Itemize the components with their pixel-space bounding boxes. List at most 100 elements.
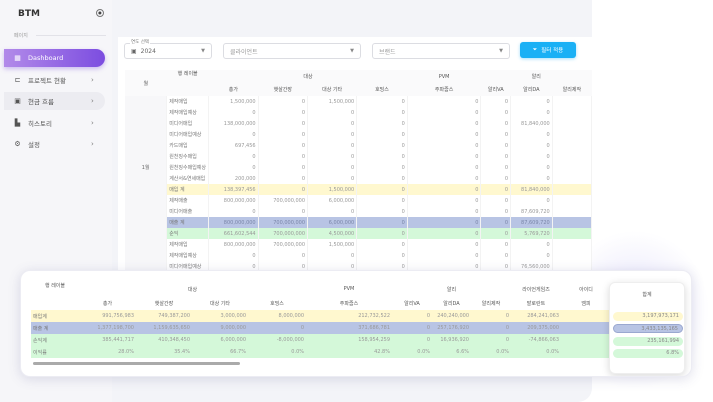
value-cell: 0	[356, 228, 408, 239]
table-row: 매입 계 138,397,456 0 1,500,000 0 0 0 81,840,000	[125, 184, 592, 195]
value-cell: 240,240,000	[432, 310, 471, 322]
chevron-right-icon: ›	[91, 75, 94, 84]
column-header[interactable]: 알리DA	[432, 296, 471, 310]
header-group: 아이디	[579, 286, 593, 293]
client-select[interactable]: 클라이언트 ▼	[223, 43, 361, 59]
value-cell: 0	[510, 250, 553, 261]
column-header[interactable]: 총가	[208, 83, 259, 96]
value-cell: 0	[258, 118, 309, 129]
value-cell	[552, 173, 592, 184]
table-row: 제작매입예상 0 0 0 0 0 0 0	[125, 250, 592, 261]
value-cell: 800,000,000	[208, 195, 259, 206]
sidebar-item[interactable]: ⊏ 프로젝트 현황 ›	[4, 71, 105, 89]
column-header[interactable]: 알리제작	[471, 296, 511, 310]
value-cell: 0	[208, 162, 259, 173]
value-cell	[552, 118, 592, 129]
year-select[interactable]: 연도 선택 ▣ 2024 ▼	[124, 39, 212, 59]
row-label: 제작매입	[166, 239, 210, 250]
column-header[interactable]: 발로란트	[511, 296, 561, 310]
value-cell: 200,000	[208, 173, 259, 184]
value-cell: 0	[480, 140, 512, 151]
value-cell	[552, 184, 592, 195]
year-value: 2024	[140, 47, 156, 55]
value-cell: 0	[407, 129, 482, 140]
summary-row: 매입계 991,756,983 749,387,200 3,000,000 8,000,…	[31, 310, 611, 322]
value-cell: 749,387,200	[136, 310, 192, 322]
value-cell: 0	[307, 129, 358, 140]
apply-filter-button[interactable]: ⏷ 필터 적용	[520, 42, 576, 58]
value-cell: 209,375,000	[511, 322, 561, 334]
value-cell: 700,000,000	[258, 228, 309, 239]
header-group: PVM	[407, 70, 481, 83]
pin-sidebar-icon[interactable]: ●	[96, 9, 104, 17]
value-cell: 3,000,000	[192, 310, 248, 322]
value-cell: 0	[407, 184, 482, 195]
value-cell: 1,500,000	[307, 96, 358, 107]
column-header[interactable]: 알리VA	[392, 296, 432, 310]
value-cell	[552, 195, 592, 206]
value-cell: 1,159,635,650	[136, 322, 192, 334]
column-header[interactable]: 대상 기타	[192, 296, 248, 310]
table-row: 미디어매입예상 0 0 0 0 0 0 0	[125, 129, 592, 140]
sidebar-item[interactable]: ▦ Dashboard	[4, 49, 105, 67]
column-header[interactable]: 주파줍스	[407, 83, 481, 96]
sidebar-item-label: Dashboard	[28, 54, 64, 62]
calendar-icon: ▣	[14, 97, 21, 105]
header-group: PVM	[343, 286, 355, 292]
value-cell: 0	[307, 162, 358, 173]
value-cell: 0	[258, 151, 309, 162]
column-header[interactable]: 총가	[79, 296, 136, 310]
column-header[interactable]: 호밍스	[356, 83, 408, 96]
value-cell	[552, 162, 592, 173]
header-row-label: 행 레이블	[166, 70, 209, 96]
column-header[interactable]: 알리제작	[552, 83, 592, 96]
apply-filter-label: 필터 적용	[541, 48, 564, 54]
value-cell: 0	[258, 162, 309, 173]
column-header[interactable]: 주파줍스	[306, 296, 392, 310]
value-cell: 0	[407, 140, 482, 151]
sidebar-item[interactable]: ⚙ 설정 ›	[4, 135, 105, 153]
column-header[interactable]: 햇살간장	[258, 83, 308, 96]
value-cell: 0.0%	[511, 346, 561, 358]
totals-header: 합계	[642, 292, 652, 298]
row-label: 미디어매출	[166, 206, 210, 217]
value-cell: 284,241,063	[511, 310, 561, 322]
sidebar-item[interactable]: ▣ 현금 흐름 ›	[4, 92, 105, 110]
value-cell: 0	[510, 239, 553, 250]
value-cell: 0	[307, 250, 358, 261]
sidebar-item-label: 히스토리	[28, 119, 52, 128]
value-cell: 0.0%	[248, 346, 306, 358]
row-label: 매입계	[31, 310, 79, 322]
month-cell	[125, 239, 168, 272]
main-pivot-table: 월 행 레이블 대상 PVM 알리 총가 햇살간장 대상 기타 호밍스 주파줍스 알리VA…	[125, 70, 592, 272]
section-label: 페이지	[14, 33, 28, 39]
column-header[interactable]: 알리DA	[510, 83, 553, 96]
value-cell: 66.7%	[192, 346, 248, 358]
sidebar-item[interactable]: ▙ 히스토리 ›	[4, 114, 105, 132]
sidebar-item-label: 설정	[28, 141, 40, 149]
month-cell: 1월	[125, 96, 168, 239]
column-header[interactable]: 알리VA	[480, 83, 511, 96]
value-cell	[561, 322, 611, 334]
value-cell: 0	[307, 140, 358, 151]
column-header[interactable]: 호밍스	[248, 296, 306, 310]
value-cell: 0	[392, 334, 432, 346]
chevron-down-icon: ▼	[201, 48, 205, 54]
summary-row: 매출 계 1,377,198,700 1,159,635,650 9,000,000 0…	[31, 322, 611, 334]
column-header[interactable]: 대상 기타	[307, 83, 357, 96]
summary-row: 손익계 385,441,717 410,348,450 6,000,000 -8,000…	[31, 334, 611, 346]
header-row-label: 행 레이블	[45, 283, 65, 289]
value-cell: 0.0%	[471, 346, 511, 358]
column-header[interactable]: 햇살간장	[136, 296, 192, 310]
horizontal-scrollbar[interactable]	[33, 362, 240, 365]
value-cell: 212,732,522	[306, 310, 392, 322]
brand-select[interactable]: 브랜드 ▼	[372, 43, 510, 59]
row-label: 순익	[166, 228, 210, 239]
value-cell: 0	[356, 173, 408, 184]
value-cell	[561, 334, 611, 346]
value-cell: 0	[510, 140, 553, 151]
value-cell: 0	[471, 310, 511, 322]
column-header[interactable]: 엠피	[561, 296, 611, 310]
value-cell: 8,000,000	[248, 310, 306, 322]
value-cell: 0	[510, 151, 553, 162]
